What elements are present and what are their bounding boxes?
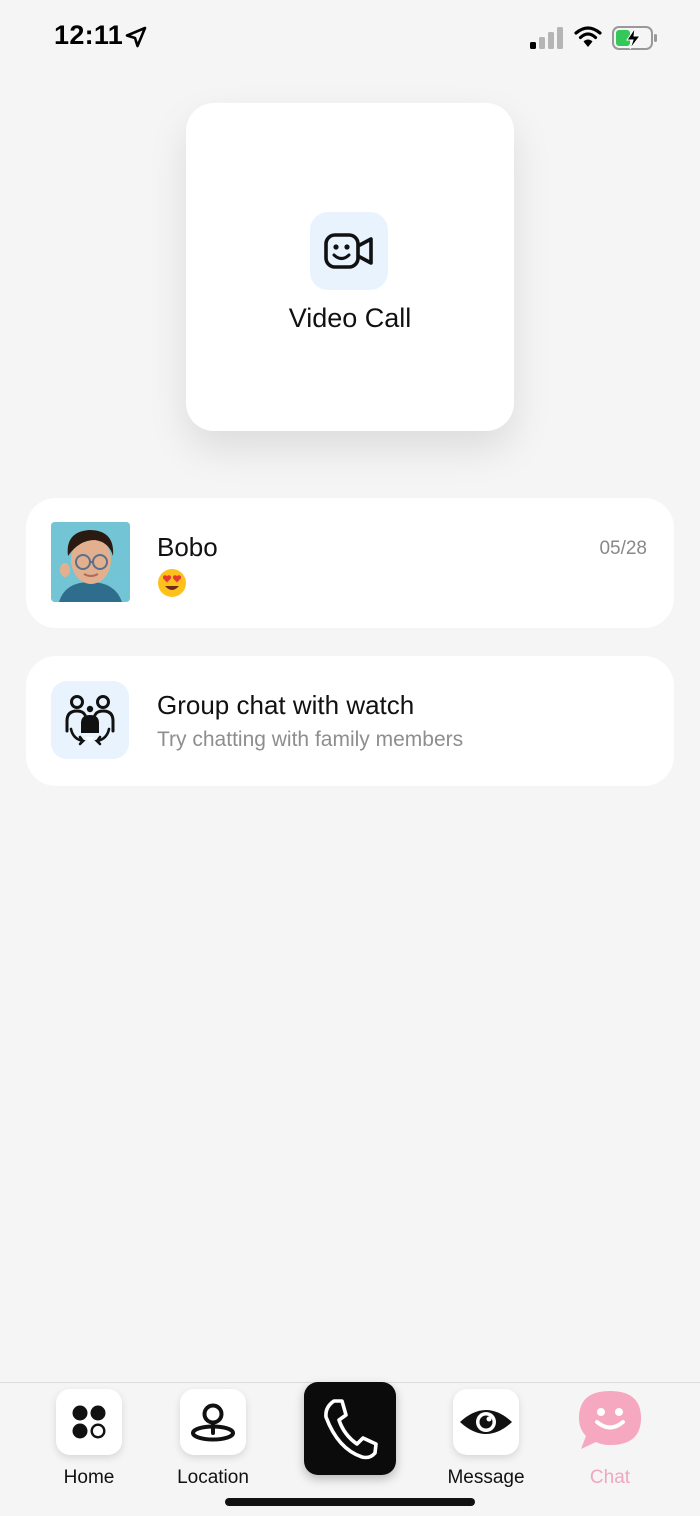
chat-name: Bobo [157, 532, 218, 562]
home-dots-icon [72, 1405, 106, 1439]
status-bar: 12:11 [0, 0, 700, 76]
nav-home[interactable]: Home [29, 1389, 149, 1489]
chat-name: Group chat with watch [157, 690, 415, 720]
avatar [51, 522, 130, 602]
chat-screen: 12:11 Video Call Bobo 05/28 Group chat w… [0, 0, 700, 1516]
nav-chat[interactable]: Chat [550, 1389, 670, 1489]
video-camera-smile-icon [324, 233, 373, 269]
group-icon-box [51, 681, 129, 759]
nav-label: Chat [589, 1467, 631, 1488]
nav-label: Home [63, 1467, 115, 1488]
chat-row-group[interactable]: Group chat with watch Try chatting with … [26, 656, 674, 786]
nav-home-icon-box [56, 1389, 122, 1455]
family-group-icon [65, 695, 115, 746]
status-time: 12:11 [54, 20, 124, 50]
location-arrow-icon [125, 26, 147, 48]
avatar-image [51, 522, 130, 602]
eye-icon [460, 1410, 512, 1434]
chat-date: 05/28 [599, 538, 647, 559]
heart-eyes-emoji [158, 569, 186, 597]
location-pin-icon [191, 1403, 235, 1442]
nav-label: Location [177, 1467, 249, 1488]
video-call-icon-box [310, 212, 388, 290]
phone-icon [324, 1398, 378, 1459]
nav-message[interactable]: Message [426, 1389, 546, 1489]
call-button[interactable] [304, 1382, 396, 1475]
home-indicator [225, 1498, 475, 1506]
video-call-label: Video Call [288, 303, 412, 333]
nav-label: Message [447, 1467, 525, 1488]
battery-charging-icon [612, 26, 657, 50]
nav-message-icon-box [453, 1389, 519, 1455]
video-call-card[interactable]: Video Call [186, 103, 514, 431]
cellular-signal-icon [530, 27, 563, 49]
nav-location-icon-box [180, 1389, 246, 1455]
nav-location[interactable]: Location [153, 1389, 273, 1489]
chat-smile-icon [579, 1391, 641, 1449]
bottom-nav: Home Location Message Chat [0, 1382, 700, 1516]
chat-row-bobo[interactable]: Bobo 05/28 [26, 498, 674, 628]
wifi-icon [574, 26, 602, 47]
chat-subtitle: Try chatting with family members [157, 728, 464, 751]
